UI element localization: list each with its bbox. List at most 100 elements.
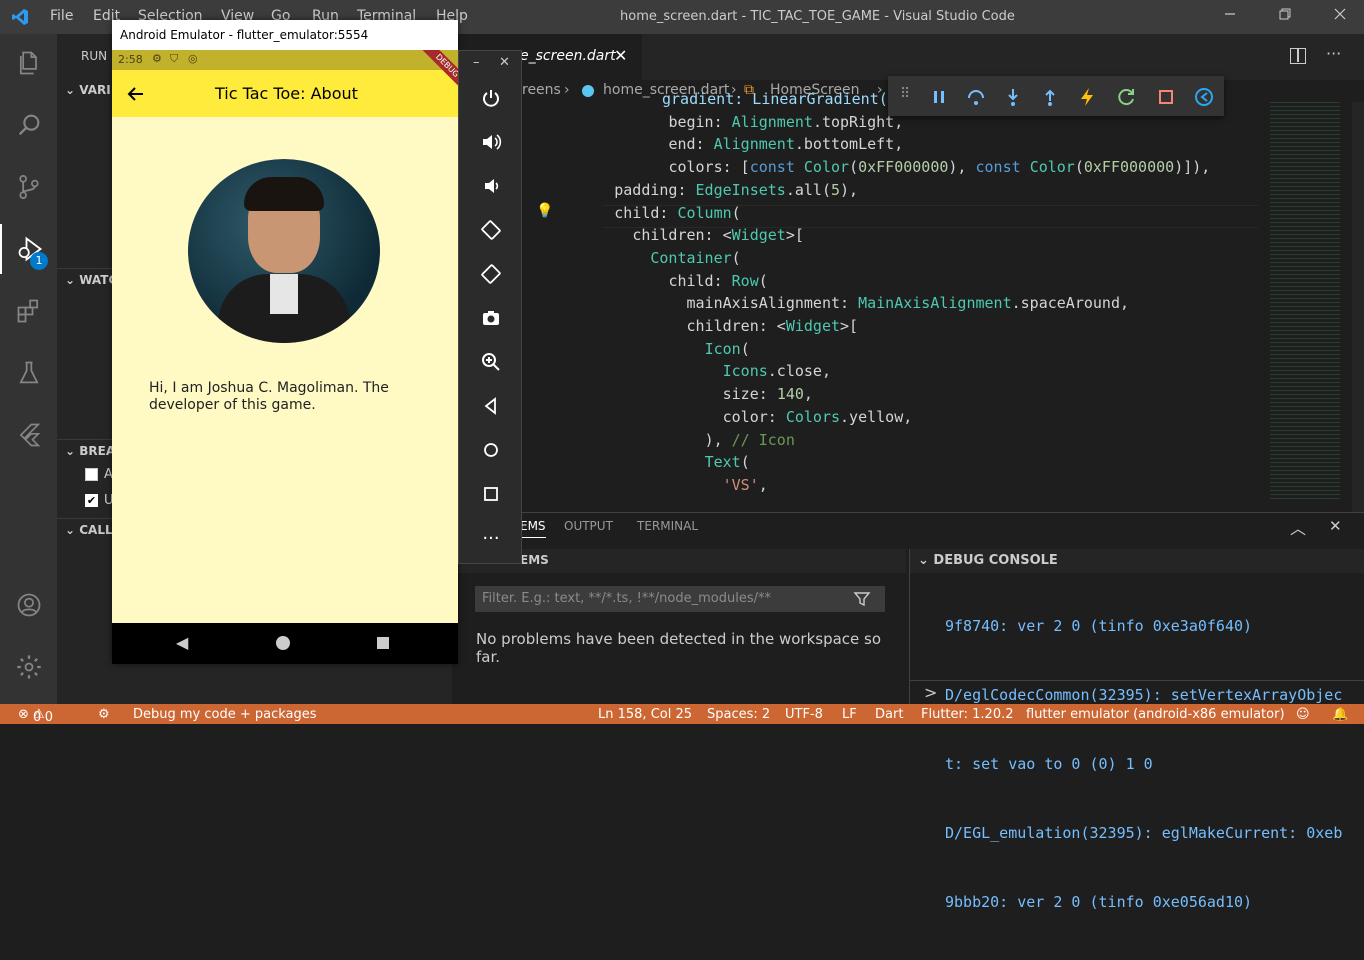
minimize-icon[interactable] bbox=[1220, 6, 1240, 26]
account-icon[interactable] bbox=[0, 580, 57, 630]
testing-flask-icon[interactable] bbox=[0, 348, 57, 398]
console-output[interactable]: 9f8740: ver 2 0 (tinfo 0xe3a0f640) D/egl… bbox=[945, 569, 1342, 960]
end-of-line[interactable]: LF bbox=[842, 707, 857, 722]
current-line-highlight bbox=[602, 205, 1258, 228]
debug-badge: 1 bbox=[30, 252, 48, 270]
no-problems-message: No problems have been detected in the wo… bbox=[476, 630, 882, 666]
emu-close-icon[interactable]: ✕ bbox=[499, 55, 510, 70]
emu-back-icon[interactable] bbox=[459, 384, 523, 428]
app-title: Tic Tac Toe: About bbox=[215, 84, 358, 103]
debug-config-label[interactable]: Debug my code + packages bbox=[133, 707, 317, 722]
emu-home-icon[interactable] bbox=[459, 428, 523, 472]
emu-minimize-icon[interactable]: – bbox=[473, 55, 480, 70]
device-selector[interactable]: flutter emulator (android-x86 emulator) bbox=[1026, 707, 1285, 722]
code-editor[interactable]: gradient: LinearGradient( begin: Alignme… bbox=[452, 90, 1364, 512]
breadcrumb-folder[interactable]: reens bbox=[522, 82, 561, 98]
cursor-position[interactable]: Ln 158, Col 25 bbox=[598, 707, 692, 722]
explorer-icon[interactable] bbox=[0, 38, 57, 88]
activity-bar: 1 bbox=[0, 34, 57, 704]
problems-header: EMS bbox=[520, 553, 549, 567]
breakpoint-checkbox-1[interactable] bbox=[85, 468, 98, 481]
extensions-icon[interactable] bbox=[0, 286, 57, 336]
editor-tab-label: e_screen.dart bbox=[520, 48, 616, 64]
devtools-icon[interactable] bbox=[1193, 86, 1215, 108]
run-debug-icon[interactable]: 1 bbox=[0, 224, 57, 274]
debug-banner: DEBUG bbox=[408, 50, 458, 100]
code-line: color: Colors.yellow, bbox=[722, 407, 913, 426]
tab-problems[interactable]: EMS bbox=[520, 519, 546, 538]
console-line: 9bbb20: ver 2 0 (tinfo 0xe056ad10) bbox=[945, 893, 1253, 911]
editor-scrollbar[interactable] bbox=[1352, 102, 1364, 512]
clock-text: 2:58 bbox=[118, 53, 143, 66]
step-into-icon[interactable] bbox=[1002, 86, 1024, 108]
volume-up-icon[interactable] bbox=[459, 120, 523, 164]
nav-recents-icon[interactable] bbox=[377, 637, 389, 649]
flutter-version[interactable]: Flutter: 1.20.2 bbox=[921, 707, 1014, 722]
emulator-titlebar: Android Emulator - flutter_emulator:5554 bbox=[112, 20, 458, 50]
debug-console-title-text: DEBUG CONSOLE bbox=[933, 553, 1058, 568]
settings-gear-icon[interactable] bbox=[0, 642, 57, 692]
step-over-icon[interactable] bbox=[965, 86, 987, 108]
restore-icon[interactable] bbox=[1275, 6, 1295, 26]
nav-back-icon[interactable]: ◀ bbox=[176, 633, 188, 652]
vscode-logo-icon bbox=[10, 7, 30, 27]
chevron-right-icon: › bbox=[564, 82, 570, 98]
bottom-panel: EMS OUTPUT TERMINAL ︿ ✕ EMS Filter. E.g.… bbox=[452, 512, 1364, 911]
file-encoding[interactable]: UTF-8 bbox=[785, 707, 823, 722]
rotate-right-icon[interactable] bbox=[459, 252, 523, 296]
chevron-up-icon[interactable]: ︿ bbox=[1290, 515, 1306, 539]
language-mode[interactable]: Dart bbox=[875, 707, 903, 722]
tab-close-icon[interactable]: ✕ bbox=[614, 46, 627, 65]
tab-terminal[interactable]: TERMINAL bbox=[637, 519, 698, 533]
notifications-bell-icon[interactable]: 🔔 bbox=[1332, 707, 1348, 722]
console-input-prompt[interactable]: > bbox=[924, 683, 937, 702]
close-window-icon[interactable] bbox=[1330, 6, 1350, 26]
search-icon[interactable] bbox=[0, 100, 57, 150]
section-breakpoints-label: BREA bbox=[79, 444, 116, 458]
debug-ribbon: DEBUG bbox=[418, 50, 458, 95]
step-out-icon[interactable] bbox=[1039, 86, 1061, 108]
errors-status[interactable]: ⊗ 0 ⚠ 0 bbox=[18, 707, 53, 725]
emu-more-icon[interactable]: ··· bbox=[459, 516, 523, 560]
rotate-left-icon[interactable] bbox=[459, 208, 523, 252]
split-editor-icon[interactable] bbox=[1290, 48, 1306, 64]
code-line: padding: EdgeInsets.all(5), bbox=[614, 180, 859, 199]
code-line: size: 140, bbox=[722, 385, 813, 404]
debug-launch-icon[interactable]: ⚙ bbox=[98, 707, 110, 722]
pause-icon[interactable] bbox=[928, 86, 950, 108]
stop-icon[interactable] bbox=[1155, 86, 1177, 108]
feedback-icon[interactable]: ☺ bbox=[1296, 707, 1310, 722]
editor-tabs: e_screen.dart ✕ ··· bbox=[452, 34, 1364, 80]
back-arrow-icon[interactable] bbox=[126, 84, 146, 104]
menu-file[interactable]: File bbox=[50, 8, 73, 24]
code-line: Text( bbox=[704, 453, 750, 472]
source-control-icon[interactable] bbox=[0, 162, 57, 212]
sync-status-icon: ◎ bbox=[188, 52, 198, 65]
filter-icon[interactable] bbox=[853, 590, 871, 608]
code-line: 'VS', bbox=[722, 475, 768, 494]
shield-status-icon: ⛉ bbox=[170, 52, 179, 65]
debug-toolbar: ⠿ bbox=[888, 76, 1224, 116]
nav-home-icon[interactable] bbox=[276, 636, 290, 650]
drag-handle-icon[interactable]: ⠿ bbox=[900, 86, 922, 108]
emu-overview-icon[interactable] bbox=[459, 472, 523, 516]
breakpoint-checkbox-2[interactable]: ✔ bbox=[85, 494, 98, 507]
minimap[interactable] bbox=[1264, 102, 1354, 512]
lightbulb-icon[interactable]: 💡 bbox=[536, 203, 553, 219]
filter-input[interactable]: Filter. E.g.: text, **/*.ts, !**/node_mo… bbox=[475, 586, 885, 612]
camera-icon[interactable] bbox=[459, 296, 523, 340]
zoom-icon[interactable] bbox=[459, 340, 523, 384]
volume-down-icon[interactable] bbox=[459, 164, 523, 208]
flutter-icon[interactable] bbox=[0, 410, 57, 460]
android-status-bar: 2:58 ⚙ ⛉ ◎ bbox=[112, 50, 458, 70]
debug-console-title[interactable]: ⌄ DEBUG CONSOLE bbox=[918, 553, 1058, 568]
tab-output[interactable]: OUTPUT bbox=[564, 519, 613, 533]
hot-reload-icon[interactable] bbox=[1076, 86, 1098, 108]
window-title: home_screen.dart - TIC_TAC_TOE_GAME - Vi… bbox=[620, 9, 1015, 24]
power-icon[interactable] bbox=[459, 76, 523, 120]
section-variables-label: VARI bbox=[79, 83, 111, 97]
close-panel-icon[interactable]: ✕ bbox=[1329, 517, 1342, 535]
indent-spaces[interactable]: Spaces: 2 bbox=[707, 707, 770, 722]
more-actions-icon[interactable]: ··· bbox=[1326, 44, 1341, 63]
restart-icon[interactable] bbox=[1116, 86, 1138, 108]
